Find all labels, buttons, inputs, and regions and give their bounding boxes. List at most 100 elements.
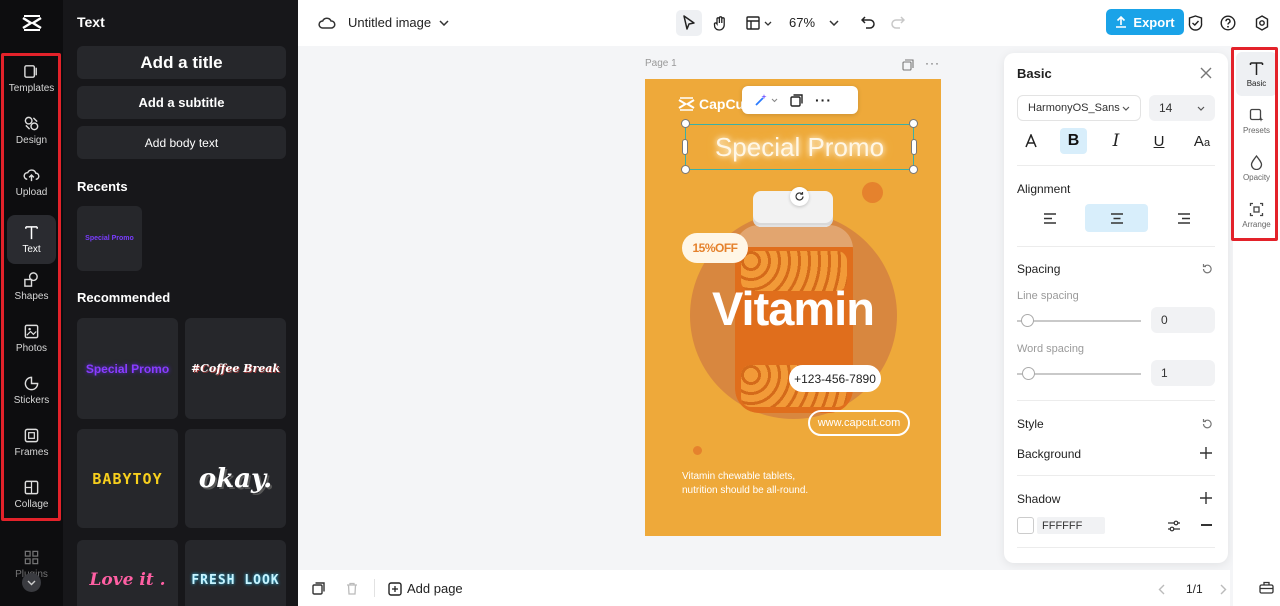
rrail-opacity[interactable]: Opacity	[1236, 146, 1277, 190]
add-page-button[interactable]: Add page	[388, 581, 463, 596]
align-center-icon	[1110, 212, 1123, 224]
reset-style-button[interactable]	[1201, 417, 1213, 435]
collapse-rail-button[interactable]	[22, 573, 41, 592]
line-spacing-slider-thumb[interactable]	[1021, 314, 1034, 327]
add-background-button[interactable]	[1200, 446, 1212, 464]
remove-shadow-button[interactable]	[1201, 524, 1212, 526]
delete-page-button[interactable]	[346, 582, 358, 600]
rail-item-label: Design	[15, 135, 48, 146]
sliders-icon	[1168, 520, 1180, 532]
line-spacing-slider[interactable]	[1017, 320, 1141, 322]
redo-button[interactable]	[887, 11, 909, 33]
next-page-button[interactable]	[1220, 582, 1227, 600]
text-preset-love-it[interactable]: Love it .	[77, 540, 178, 606]
capcut-logo[interactable]	[0, 0, 63, 46]
font-size-select[interactable]: 14	[1149, 95, 1215, 121]
resize-handle-left[interactable]	[682, 139, 688, 155]
text-preset-babytoy[interactable]: BABYTOY	[77, 429, 178, 528]
align-center-button[interactable]	[1085, 204, 1148, 232]
duplicate-page-button[interactable]	[902, 58, 914, 71]
text-color-button[interactable]	[1018, 128, 1044, 154]
zoom-dropdown[interactable]: 67%	[789, 15, 839, 30]
rail-item-collage[interactable]: Collage	[7, 470, 56, 519]
poster-logo[interactable]: CapCut	[678, 96, 749, 112]
chevron-down-icon	[771, 98, 778, 102]
rrail-presets[interactable]: Presets	[1236, 99, 1277, 143]
rrail-label: Arrange	[1242, 219, 1271, 229]
phone-badge[interactable]: +123-456-7890	[789, 365, 881, 392]
shadow-color-swatch[interactable]	[1017, 517, 1034, 534]
resize-handle-bottom-right[interactable]	[909, 165, 918, 174]
resize-handle-right[interactable]	[911, 139, 917, 155]
chevron-down-icon	[829, 19, 839, 26]
rail-item-frames[interactable]: Frames	[7, 418, 56, 467]
layout-dropdown[interactable]	[743, 10, 775, 36]
resize-handle-top-right[interactable]	[909, 119, 918, 128]
product-name[interactable]: Vitamin	[645, 281, 941, 336]
prev-page-button[interactable]	[1158, 582, 1165, 600]
text-case-button[interactable]: Aa	[1188, 128, 1216, 154]
website-badge[interactable]: www.capcut.com	[808, 410, 910, 436]
font-family-select[interactable]: HarmonyOS_Sans	[1017, 95, 1141, 121]
magic-edit-button[interactable]	[754, 93, 778, 107]
align-left-button[interactable]	[1032, 204, 1067, 232]
spacing-label: Spacing	[1017, 262, 1061, 276]
rail-item-text[interactable]: Text	[7, 215, 56, 264]
word-spacing-slider-thumb[interactable]	[1022, 367, 1035, 380]
discount-badge[interactable]: 15%OFF	[682, 233, 748, 263]
shadow-settings-button[interactable]	[1167, 519, 1181, 537]
close-panel-button[interactable]	[1200, 66, 1212, 84]
add-body-text-button[interactable]: Add body text	[77, 126, 286, 159]
rail-item-stickers[interactable]: Stickers	[7, 366, 56, 415]
add-title-button[interactable]: Add a title	[77, 46, 286, 79]
add-subtitle-button[interactable]: Add a subtitle	[77, 86, 286, 119]
settings-button[interactable]	[1250, 11, 1274, 35]
align-left-icon	[1043, 212, 1056, 224]
photos-icon	[24, 324, 39, 339]
page-thumbnail-button[interactable]	[312, 582, 325, 600]
rrail-arrange[interactable]: Arrange	[1236, 193, 1277, 237]
bold-button[interactable]: B	[1060, 128, 1087, 154]
word-spacing-input[interactable]: 1	[1151, 360, 1215, 386]
select-tool-button[interactable]	[676, 10, 702, 36]
underline-button[interactable]: U	[1146, 128, 1172, 154]
rail-item-upload[interactable]: Upload	[7, 158, 56, 207]
resize-handle-bottom-left[interactable]	[681, 165, 690, 174]
rrail-basic[interactable]: Basic	[1236, 52, 1277, 96]
rail-item-shapes[interactable]: Shapes	[7, 262, 56, 311]
align-right-button[interactable]	[1166, 204, 1201, 232]
page-more-button[interactable]: ···	[925, 56, 940, 70]
add-shadow-button[interactable]	[1200, 491, 1212, 509]
cloud-save-icon[interactable]	[316, 12, 338, 34]
floating-toolbar: ···	[742, 86, 858, 114]
help-button[interactable]	[1216, 11, 1240, 35]
word-spacing-slider[interactable]	[1017, 373, 1141, 375]
document-title-dropdown[interactable]: Untitled image	[348, 15, 449, 30]
line-spacing-input[interactable]: 0	[1151, 307, 1215, 333]
tagline[interactable]: Vitamin chewable tablets, nutrition shou…	[682, 470, 808, 498]
rotate-handle[interactable]	[790, 187, 809, 206]
undo-icon	[861, 15, 875, 29]
rail-item-templates[interactable]: Templates	[7, 54, 56, 103]
resize-handle-top-left[interactable]	[681, 119, 690, 128]
export-button[interactable]: Export	[1106, 9, 1184, 35]
rail-item-photos[interactable]: Photos	[7, 314, 56, 363]
text-preset-okay[interactable]: okay.	[185, 429, 286, 528]
divider	[374, 579, 375, 597]
headline-text[interactable]: Special Promo	[685, 124, 914, 170]
recent-text-item[interactable]: Special Promo	[77, 206, 142, 271]
more-options-button[interactable]: ···	[815, 92, 832, 108]
italic-button[interactable]: I	[1103, 128, 1129, 154]
text-preset-coffee-break[interactable]: #Coffee Break	[185, 318, 286, 419]
poster-page[interactable]: CapCut Vitamin 15%OFF +123-456-7890 www.…	[645, 79, 941, 536]
undo-button[interactable]	[857, 11, 879, 33]
toolbox-button[interactable]	[1259, 581, 1274, 599]
reset-spacing-button[interactable]	[1201, 262, 1213, 280]
rail-item-design[interactable]: Design	[7, 106, 56, 155]
hand-tool-button[interactable]	[708, 10, 734, 36]
shadow-color-input[interactable]: FFFFFF	[1037, 517, 1105, 534]
text-preset-special-promo[interactable]: Special Promo	[77, 318, 178, 419]
text-preset-fresh-look[interactable]: FRESH LOOK	[185, 540, 286, 606]
shield-button[interactable]	[1183, 11, 1207, 35]
duplicate-icon[interactable]	[790, 93, 803, 107]
